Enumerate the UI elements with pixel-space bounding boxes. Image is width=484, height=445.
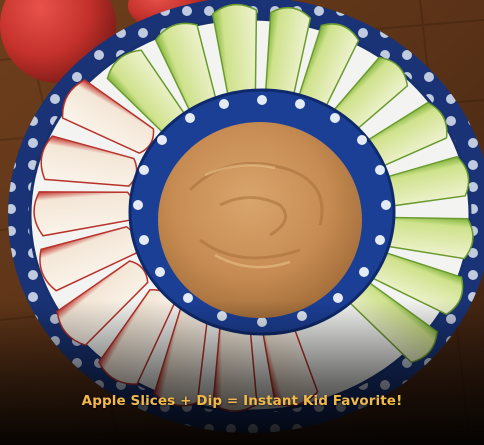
caption-shadow <box>0 300 484 445</box>
caramel-dip <box>158 122 362 318</box>
photo-scene: Apple Slices + Dip = Instant Kid Favorit… <box>0 0 484 445</box>
apple-dip-photo <box>0 0 484 445</box>
caption-text: Apple Slices + Dip = Instant Kid Favorit… <box>81 393 403 409</box>
